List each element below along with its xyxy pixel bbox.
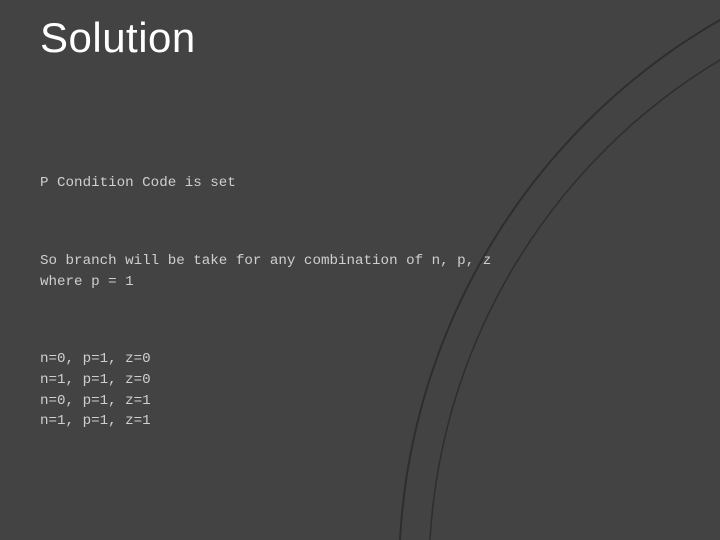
- slide-body: P Condition Code is set So branch will b…: [40, 132, 680, 473]
- slide-title: Solution: [40, 14, 196, 62]
- combinations-list: n=0, p=1, z=0 n=1, p=1, z=0 n=0, p=1, z=…: [40, 349, 680, 431]
- branch-explanation: So branch will be take for any combinati…: [40, 251, 680, 292]
- slide: Solution P Condition Code is set So bran…: [0, 0, 720, 540]
- condition-code-line: P Condition Code is set: [40, 173, 680, 194]
